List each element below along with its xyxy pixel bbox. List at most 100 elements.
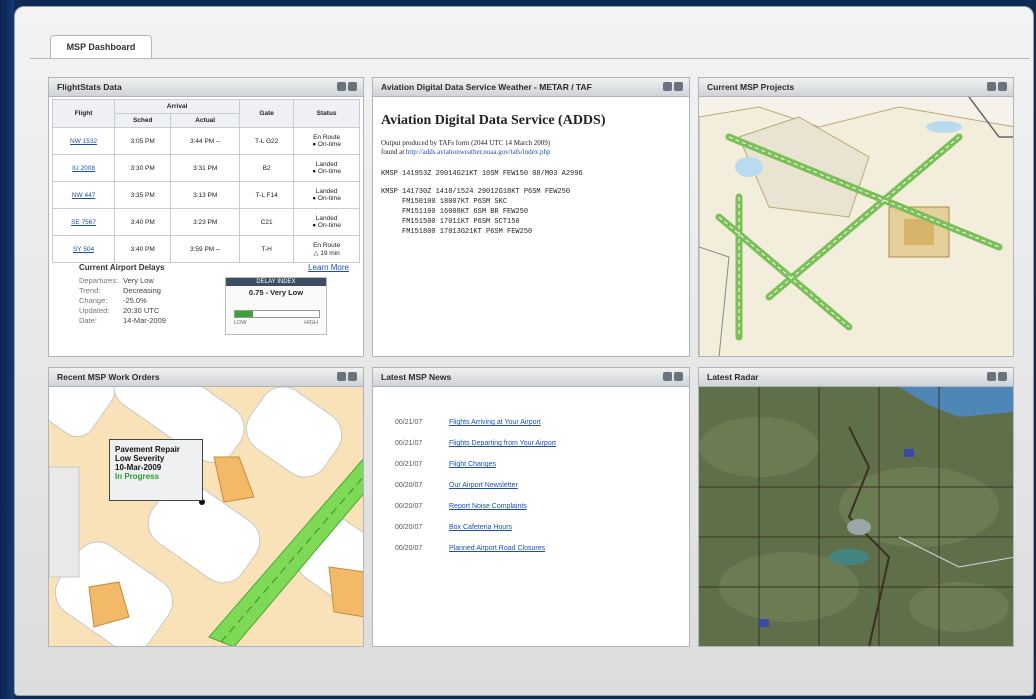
minimize-icon[interactable]: [987, 372, 996, 381]
list-item: 00/20/07 Planned Airport Road Closures: [395, 545, 556, 566]
news-date: 00/20/07: [395, 524, 423, 531]
news-link[interactable]: Our Airport Newsletter: [449, 482, 518, 503]
status-sub: ● On-time: [312, 141, 342, 148]
panel-title: Aviation Digital Data Service Weather - …: [381, 82, 592, 92]
news-link[interactable]: Flights Arriving at Your Airport: [449, 419, 541, 440]
minimize-icon[interactable]: [663, 372, 672, 381]
radar-panel: Latest Radar: [698, 367, 1014, 647]
tooltip-title: Pavement Repair: [115, 445, 180, 454]
status-cell: Landed ● On-time: [293, 181, 360, 209]
desktop-background: [0, 0, 14, 699]
gauge-fill: [235, 311, 254, 317]
actual-cell: 3:23 PM: [170, 208, 241, 236]
list-item: 00/20/07 Our Airport Newsletter: [395, 482, 556, 503]
airport-diagram-map: [699, 96, 1013, 356]
close-icon[interactable]: [674, 372, 683, 381]
news-date: 00/21/07: [395, 461, 423, 468]
actual-cell: 3:31 PM: [170, 154, 241, 182]
close-icon[interactable]: [674, 82, 683, 91]
list-item: 00/20/07 Report Noise Complaints: [395, 503, 556, 524]
learn-more-link[interactable]: Learn More: [308, 263, 349, 272]
tooltip-severity: Low Severity: [115, 454, 165, 463]
flightstats-panel: FlightStats Data Flight Arrival Gate Sta…: [48, 77, 364, 357]
gate-cell: B2: [239, 154, 295, 182]
actual-cell: 3:59 PM --: [170, 235, 241, 263]
status-cell: Landed ● On-time: [293, 208, 360, 236]
delay-key: Departures:: [79, 276, 119, 285]
delay-key: Date:: [79, 316, 97, 325]
list-item: 00/21/07 Flights Departing from Your Airp…: [395, 440, 556, 461]
panel-title: FlightStats Data: [57, 82, 122, 92]
status-text: En Route: [313, 241, 341, 249]
list-item: 00/20/07 Box Cafeteria Hours: [395, 524, 556, 545]
gate-cell: T-L G22: [239, 127, 295, 155]
minimize-icon[interactable]: [987, 82, 996, 91]
col-header-status: Status: [293, 99, 360, 128]
projects-map[interactable]: [699, 96, 1013, 356]
news-link[interactable]: Box Cafeteria Hours: [449, 524, 512, 545]
panel-header: Current MSP Projects: [699, 78, 1013, 97]
delay-value: Very Low: [123, 276, 154, 285]
minimize-icon[interactable]: [337, 372, 346, 381]
flight-link[interactable]: NW 447: [51, 181, 116, 209]
status-sub: ● On-time: [312, 195, 342, 202]
flight-link[interactable]: SE 7567: [51, 208, 116, 236]
delay-key: Trend:: [79, 286, 101, 295]
status-sub: △ 19 min: [313, 249, 340, 257]
weather-panel: Aviation Digital Data Service Weather - …: [372, 77, 690, 357]
minimize-icon[interactable]: [337, 82, 346, 91]
delay-value: -25.0%: [123, 296, 147, 305]
col-header-gate: Gate: [239, 99, 295, 128]
gate-cell: T-H: [239, 235, 295, 263]
close-icon[interactable]: [348, 82, 357, 91]
taxiway-map: [49, 368, 363, 646]
minimize-icon[interactable]: [663, 82, 672, 91]
news-link[interactable]: Report Noise Complaints: [449, 503, 527, 524]
panel-title: Latest Radar: [707, 372, 759, 382]
status-text: Landed: [315, 188, 338, 195]
delay-key: Change:: [79, 296, 108, 305]
close-icon[interactable]: [998, 372, 1007, 381]
taf-text: KMSP 141730Z 1418/1524 29012G18KT P6SM F…: [381, 188, 571, 236]
list-item: 00/21/07 Flight Changes: [395, 461, 556, 482]
news-date: 00/20/07: [395, 503, 423, 510]
delay-index-gauge: DELAY INDEX 0.75 - Very Low LOW HIGH: [225, 277, 327, 335]
work-order-tooltip[interactable]: Pavement Repair Low Severity 10-Mar-2009…: [109, 439, 203, 501]
sched-cell: 3:40 PM: [114, 235, 172, 263]
news-link[interactable]: Flights Departing from Your Airport: [449, 440, 556, 461]
flight-link[interactable]: IU 2008: [51, 154, 116, 182]
workorders-map[interactable]: Pavement Repair Low Severity 10-Mar-2009…: [49, 368, 363, 646]
table-row: SY 504 3:40 PM 3:59 PM -- T-H En Route △ …: [51, 235, 360, 263]
status-text: Landed: [315, 215, 338, 222]
status-cell: En Route ● On-time: [293, 127, 360, 155]
metar-text: KMSP 141953Z 29014G21KT 10SM FEW150 08/M…: [381, 170, 583, 178]
tooltip-date: 10-Mar-2009: [115, 463, 162, 472]
news-link[interactable]: Flight Changes: [449, 461, 496, 482]
gate-cell: C21: [239, 208, 295, 236]
output-line: Output produced by TAFs form (2044 UTC 1…: [381, 139, 551, 147]
close-icon[interactable]: [998, 82, 1007, 91]
radar-map[interactable]: [699, 387, 1013, 646]
adds-url-link[interactable]: http://adds.aviationweather.noaa.gov/taf…: [406, 148, 551, 156]
news-date: 00/20/07: [395, 545, 423, 552]
gauge-title: DELAY INDEX: [226, 278, 326, 286]
radar-map-image: [699, 387, 1013, 646]
panel-title: Current MSP Projects: [707, 82, 795, 92]
sched-cell: 3:40 PM: [114, 208, 172, 236]
found-at-label: found at: [381, 148, 406, 156]
news-panel: Latest MSP News 00/21/07 Flights Arriving…: [372, 367, 690, 647]
col-header-actual: Actual: [170, 113, 241, 128]
flight-link[interactable]: SY 504: [51, 235, 116, 263]
status-cell: Landed ● On-time: [293, 154, 360, 182]
flight-link[interactable]: NW 1532: [51, 127, 116, 155]
news-link[interactable]: Planned Airport Road Closures: [449, 545, 545, 566]
sched-cell: 3:05 PM: [114, 127, 172, 155]
news-date: 00/20/07: [395, 482, 423, 489]
tab-msp-dashboard[interactable]: MSP Dashboard: [50, 35, 152, 58]
close-icon[interactable]: [348, 372, 357, 381]
actual-cell: 3:44 PM --: [170, 127, 241, 155]
status-cell: En Route △ 19 min: [293, 235, 360, 263]
table-row: SE 7567 3:40 PM 3:23 PM C21 Landed ● On-t…: [51, 208, 360, 236]
tooltip-status: In Progress: [115, 472, 160, 481]
panel-title: Latest MSP News: [381, 372, 452, 382]
